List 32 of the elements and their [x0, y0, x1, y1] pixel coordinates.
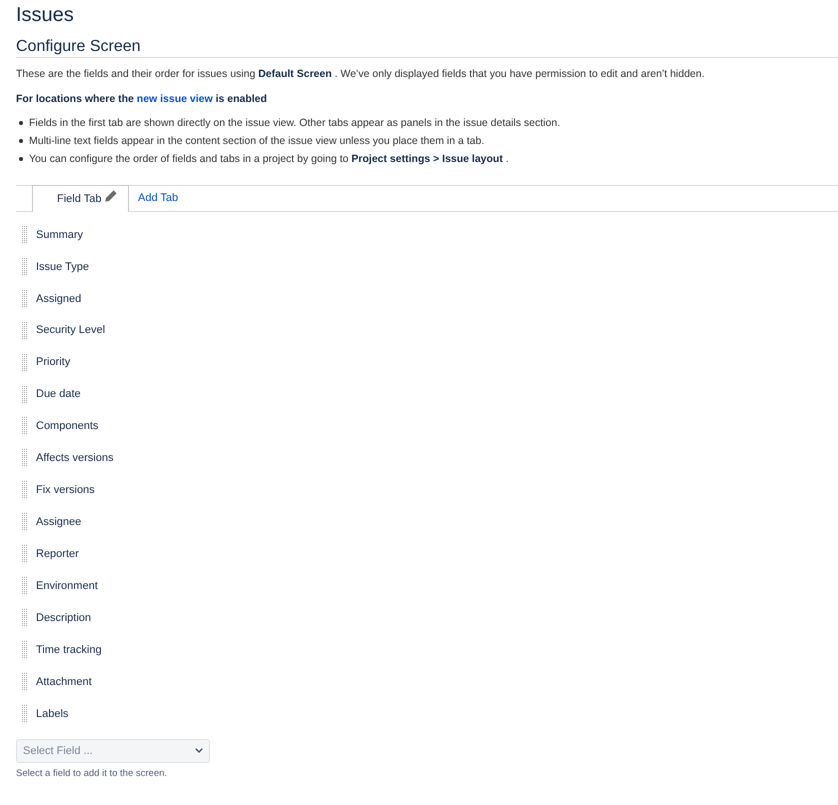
field-label: Issue Type	[36, 260, 89, 275]
add-tab-link[interactable]: Add Tab	[138, 186, 178, 211]
helper-text: Select a field to add it to the screen.	[16, 766, 168, 781]
pencil-icon[interactable]	[105, 190, 118, 202]
field-label: Affects versions	[36, 451, 114, 466]
field-label: Security Level	[36, 323, 106, 338]
field-label: Description	[36, 610, 92, 626]
field-label: Components	[36, 419, 98, 434]
description-text: These are the fields and their order for issues using Default Screen . We’ve only displayed fields that you have permission to edit and aren’t hidden.	[16, 67, 705, 82]
field-label: Attachment	[36, 674, 92, 690]
notice-text: For locations where the new issue view is enabled	[16, 92, 267, 107]
field-label: Due date	[36, 387, 81, 402]
bullet-text: You can configure the order of fields and tabs in a project by going to Project settings > Issue layout .	[29, 152, 509, 167]
new-issue-view-link[interactable]: new issue view	[136, 93, 213, 105]
bullet-icon	[19, 157, 23, 161]
field-label: Summary	[36, 228, 84, 243]
field-label: Priority	[36, 355, 70, 370]
field-label: Reporter	[36, 546, 79, 562]
field-tab[interactable]: Field Tab	[32, 185, 129, 212]
bullet-icon	[19, 121, 23, 125]
field-label: Labels	[36, 706, 68, 722]
bullet-text: Multi-line text fields appear in the content section of the issue view unless you place them in a tab.	[29, 134, 484, 149]
field-label: Fix versions	[36, 483, 95, 498]
section-title: Configure Screen	[16, 37, 141, 57]
chevron-down-icon	[195, 748, 203, 754]
field-label: Time tracking	[36, 642, 102, 658]
bullet-icon	[19, 139, 23, 143]
field-label: Assignee	[36, 515, 82, 530]
page-title: Issues	[16, 3, 74, 27]
field-label: Assigned	[36, 292, 82, 307]
field-label: Environment	[36, 578, 98, 594]
bullet-text: Fields in the first tab are shown directly on the issue view. Other tabs appear as panels in the issue details section.	[29, 116, 560, 131]
